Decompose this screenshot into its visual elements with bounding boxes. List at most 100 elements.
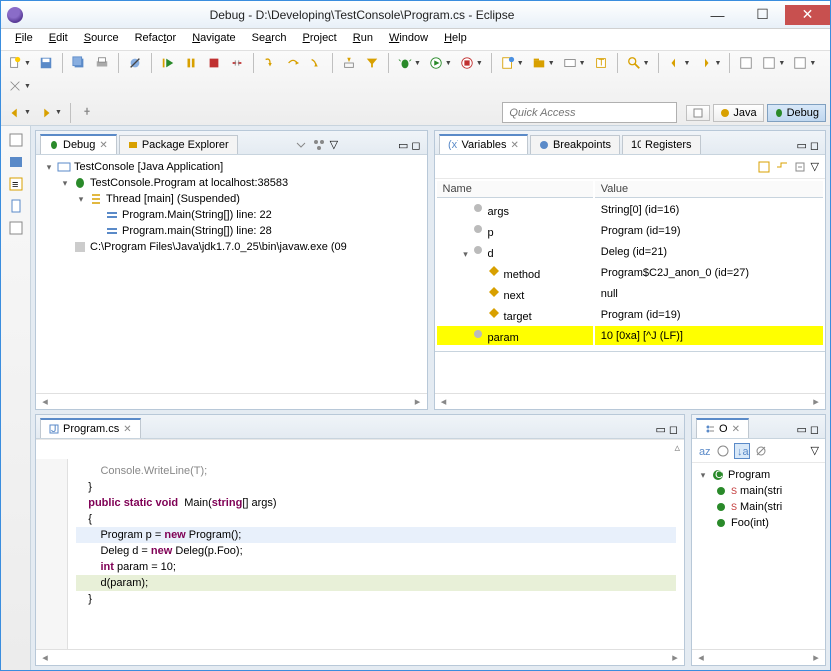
variable-row[interactable]: param10 [0xa] [^J (LF)] — [437, 326, 824, 345]
skip-breakpoints-button[interactable] — [125, 53, 145, 73]
pin-button[interactable] — [77, 103, 97, 123]
step-over-button[interactable] — [283, 53, 303, 73]
resume-button[interactable] — [158, 53, 178, 73]
step-return-button[interactable] — [306, 53, 326, 73]
variable-row[interactable]: ▾ dDeleg (id=21) — [437, 242, 824, 261]
tool-button-2[interactable]: ▼ — [759, 53, 787, 73]
maximize-view-icon[interactable]: ◻ — [810, 139, 819, 152]
minimize-button[interactable]: — — [695, 5, 740, 25]
outline-tree[interactable]: ▾CProgram Smain(stri SMain(stri Foo(int) — [692, 463, 825, 649]
view-menu-icon[interactable] — [294, 138, 308, 152]
filter-icon-1[interactable] — [716, 444, 730, 458]
use-step-filters-button[interactable] — [362, 53, 382, 73]
menu-window[interactable]: Window — [381, 29, 436, 50]
minimize-view-icon[interactable]: ▭ — [796, 139, 806, 152]
menu-search[interactable]: Search — [244, 29, 295, 50]
col-name[interactable]: Name — [437, 181, 593, 198]
variable-row[interactable]: nextnull — [437, 284, 824, 303]
tab-outline[interactable]: O ✕ — [696, 418, 749, 438]
print-button[interactable] — [92, 53, 112, 73]
editor-gutter[interactable] — [36, 459, 68, 649]
tab-variables[interactable]: (x) Variables ✕ — [439, 134, 528, 154]
show-type-names-icon[interactable] — [757, 160, 771, 174]
variable-row[interactable]: methodProgram$C2J_anon_0 (id=27) — [437, 263, 824, 282]
layout-icon[interactable] — [312, 138, 326, 152]
tab-editor[interactable]: J Program.cs ✕ — [40, 418, 141, 438]
new-class-button[interactable]: ▼ — [560, 53, 588, 73]
close-button[interactable]: ✕ — [785, 5, 830, 25]
new-java-button[interactable]: ▼ — [498, 53, 526, 73]
forward-button[interactable]: ▼ — [36, 103, 64, 123]
search-button[interactable]: ▼ — [624, 53, 652, 73]
tab-package-explorer[interactable]: Package Explorer — [119, 135, 238, 154]
new-package-button[interactable]: ▼ — [529, 53, 557, 73]
annotation-prev-button[interactable]: ▼ — [665, 53, 693, 73]
tab-registers[interactable]: 1010 Registers — [622, 135, 700, 154]
debug-button[interactable]: ▼ — [395, 53, 423, 73]
trim-icon-3[interactable]: ≡ — [8, 176, 24, 192]
tab-debug[interactable]: Debug ✕ — [40, 134, 117, 154]
editor-content[interactable]: Console.WriteLine(T); } public static vo… — [36, 459, 684, 649]
view-dropdown-icon[interactable]: ▽ — [330, 138, 338, 152]
debug-hscroll[interactable]: ◂▸ — [36, 393, 427, 409]
trim-icon-5[interactable] — [8, 220, 24, 236]
maximize-view-icon[interactable]: ◻ — [411, 139, 420, 152]
menu-project[interactable]: Project — [295, 29, 345, 50]
show-logical-icon[interactable] — [775, 160, 789, 174]
quick-access[interactable] — [502, 102, 677, 123]
menu-file[interactable]: File — [7, 29, 41, 50]
minimize-view-icon[interactable]: ▭ — [655, 423, 665, 436]
close-icon[interactable]: ✕ — [123, 424, 131, 435]
suspend-button[interactable] — [181, 53, 201, 73]
tool-button-1[interactable] — [736, 53, 756, 73]
annotation-next-button[interactable]: ▼ — [695, 53, 723, 73]
run-button[interactable]: ▼ — [426, 53, 454, 73]
view-menu-icon[interactable]: ▽ — [811, 160, 819, 173]
close-icon[interactable]: ✕ — [99, 140, 107, 151]
trim-icon-2[interactable] — [8, 154, 24, 170]
step-into-button[interactable] — [260, 53, 280, 73]
maximize-button[interactable]: ☐ — [740, 5, 785, 25]
close-icon[interactable]: ✕ — [732, 424, 740, 435]
tab-breakpoints[interactable]: Breakpoints — [530, 135, 620, 154]
variable-detail-pane[interactable] — [435, 351, 826, 393]
perspective-java[interactable]: Java — [713, 104, 763, 122]
collapse-all-icon[interactable] — [793, 160, 807, 174]
filter-icon-2[interactable]: ↓a — [734, 443, 750, 459]
tool-button-3[interactable]: ▼ — [790, 53, 818, 73]
save-all-button[interactable] — [69, 53, 89, 73]
external-tools-button[interactable]: ▼ — [457, 53, 485, 73]
quick-access-input[interactable] — [502, 102, 677, 123]
outline-hscroll[interactable]: ◂▸ — [692, 649, 825, 665]
editor-scroll-up-icon[interactable]: ▵ — [674, 441, 680, 458]
editor-hscroll[interactable]: ◂▸ — [36, 649, 684, 665]
maximize-view-icon[interactable]: ◻ — [669, 423, 678, 436]
maximize-view-icon[interactable]: ◻ — [810, 423, 819, 436]
open-perspective-button[interactable] — [686, 105, 710, 121]
variables-hscroll[interactable]: ◂▸ — [435, 393, 826, 409]
sort-icon[interactable]: az — [698, 444, 712, 458]
minimize-view-icon[interactable]: ▭ — [796, 423, 806, 436]
close-icon[interactable]: ✕ — [511, 140, 519, 151]
perspective-debug[interactable]: Debug — [767, 104, 826, 122]
menu-refactor[interactable]: Refactor — [127, 29, 185, 50]
menu-help[interactable]: Help — [436, 29, 475, 50]
terminate-button[interactable] — [204, 53, 224, 73]
variables-tree[interactable]: Name Value argsString[0] (id=16) pProgra… — [435, 179, 826, 351]
minimize-view-icon[interactable]: ▭ — [398, 139, 408, 152]
variable-row[interactable]: pProgram (id=19) — [437, 221, 824, 240]
trim-icon-1[interactable] — [8, 132, 24, 148]
col-value[interactable]: Value — [595, 181, 823, 198]
tool-button-4[interactable]: ▼ — [5, 76, 33, 96]
menu-edit[interactable]: Edit — [41, 29, 76, 50]
trim-icon-4[interactable] — [8, 198, 24, 214]
variable-row[interactable]: targetProgram (id=19) — [437, 305, 824, 324]
disconnect-button[interactable] — [227, 53, 247, 73]
back-button[interactable]: ▼ — [5, 103, 33, 123]
filter-icon-3[interactable] — [754, 444, 768, 458]
view-menu-icon[interactable]: ▽ — [811, 444, 819, 457]
save-button[interactable] — [36, 53, 56, 73]
drop-to-frame-button[interactable] — [339, 53, 359, 73]
open-type-button[interactable]: T — [591, 53, 611, 73]
menu-navigate[interactable]: Navigate — [184, 29, 243, 50]
